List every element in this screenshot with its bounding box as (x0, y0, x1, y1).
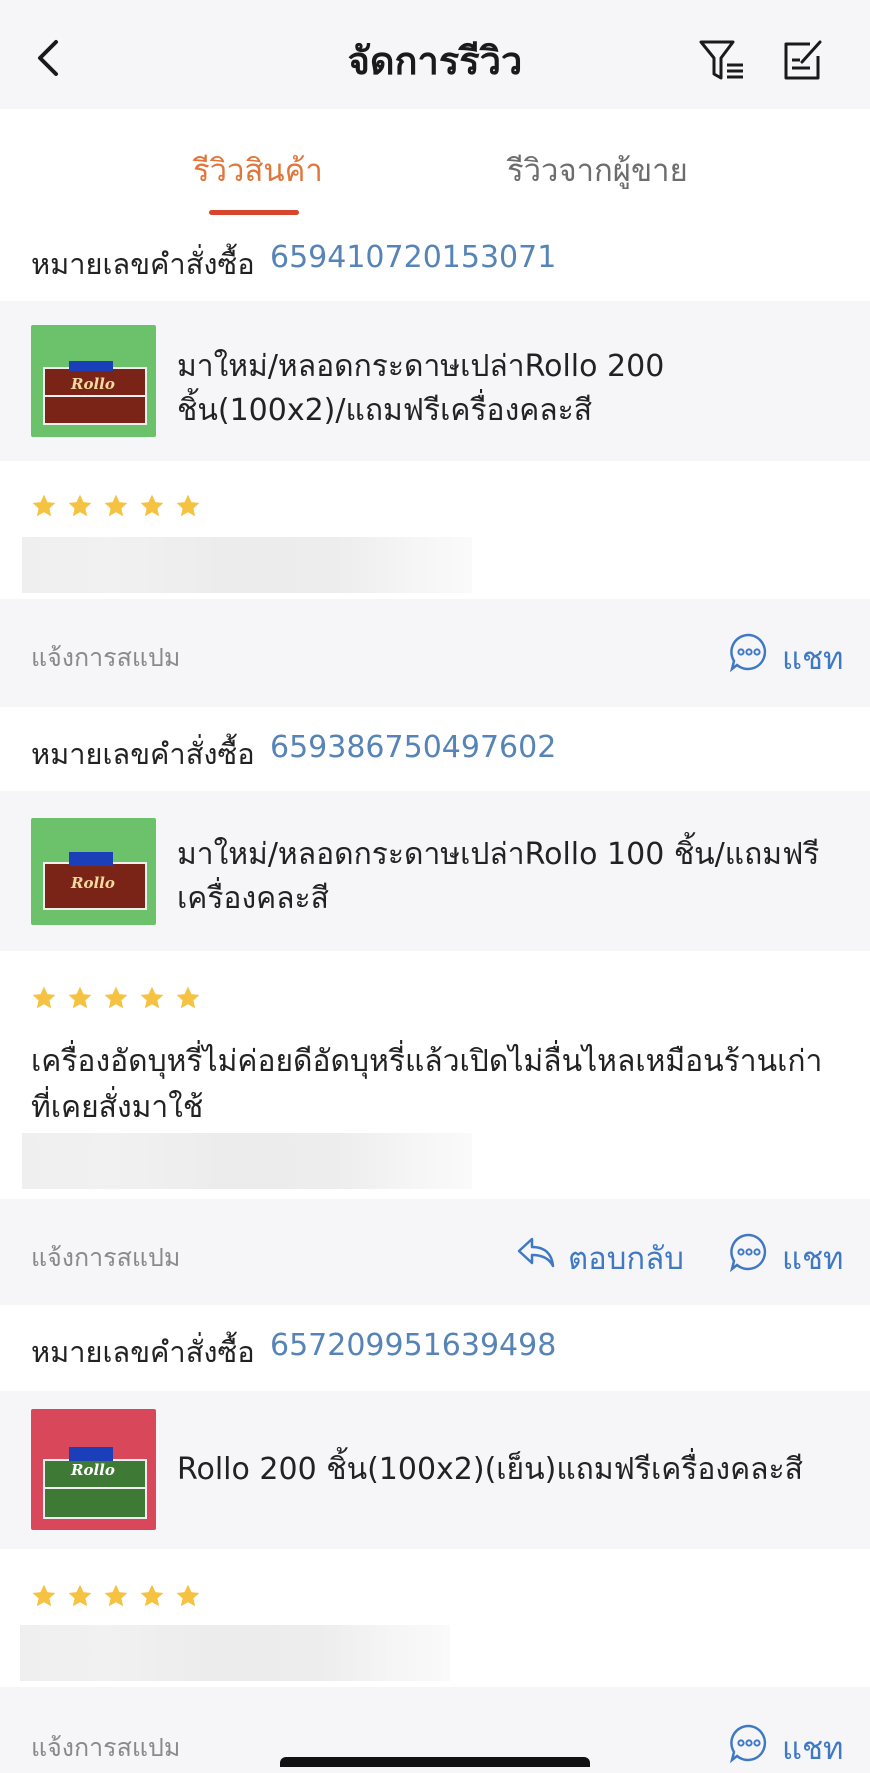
order-row: หมายเลขคำสั่งซื้อ 657209951639498 (0, 1305, 870, 1391)
review-body (0, 1549, 870, 1687)
order-number[interactable]: 659386750497602 (270, 730, 556, 765)
order-row: หมายเลขคำสั่งซื้อ 659386750497602 (0, 707, 870, 791)
product-name: มาใหม่/หลอดกระดาษเปล่าRollo 200 ชิ้น(100… (177, 349, 665, 428)
active-tab-indicator (209, 210, 299, 215)
report-spam-button[interactable]: แจ้งการสแปม (31, 638, 180, 678)
star-rating (31, 493, 211, 523)
product-row[interactable]: Rollo Rollo 200 ชิ้น(100x2)(เย็น)แถมฟรีเ… (0, 1391, 870, 1549)
product-name: Rollo 200 ชิ้น(100x2)(เย็น)แถมฟรีเครื่อง… (177, 1452, 803, 1487)
report-spam-button[interactable]: แจ้งการสแปม (31, 1238, 180, 1278)
chat-icon[interactable] (729, 632, 769, 676)
review-body: เครื่องอัดบุหรี่ไม่ค่อยดีอัดบุหรี่แล้วเป… (0, 951, 870, 1199)
home-indicator (280, 1757, 590, 1767)
thumb-brand: Rollo (71, 874, 115, 892)
order-number[interactable]: 659410720153071 (270, 240, 556, 275)
star-icon (175, 493, 201, 519)
order-label: หมายเลขคำสั่งซื้อ (31, 247, 255, 281)
star-icon (103, 1583, 129, 1609)
star-icon (67, 985, 93, 1011)
review-actions: แจ้งการสแปม ตอบกลับ แชท (0, 1199, 870, 1305)
star-rating (31, 1583, 211, 1613)
star-icon (139, 1583, 165, 1609)
review-text: เครื่องอัดบุหรี่ไม่ค่อยดีอัดบุหรี่แล้วเป… (31, 1044, 823, 1125)
star-icon (175, 985, 201, 1011)
chat-button[interactable]: แชท (782, 633, 843, 683)
chat-icon[interactable] (729, 1723, 769, 1767)
review-body (0, 461, 870, 599)
star-icon (175, 1583, 201, 1609)
tab-seller-reviews[interactable]: รีวิวจากผู้ขาย (507, 145, 688, 195)
tab-product-reviews[interactable]: รีวิวสินค้า (193, 145, 323, 195)
review-actions: แจ้งการสแปม แชท (0, 1687, 870, 1767)
order-number[interactable]: 657209951639498 (270, 1328, 556, 1363)
star-icon (67, 493, 93, 519)
review-actions: แจ้งการสแปม แชท (0, 599, 870, 707)
star-icon (139, 985, 165, 1011)
filter-icon[interactable] (697, 38, 747, 84)
thumb-brand: Rollo (71, 375, 115, 393)
star-icon (31, 1583, 57, 1609)
reply-icon[interactable] (516, 1235, 556, 1273)
star-icon (31, 985, 57, 1011)
product-row[interactable]: Rollo มาใหม่/หลอดกระดาษเปล่าRollo 200 ชิ… (0, 301, 870, 461)
order-label: หมายเลขคำสั่งซื้อ (31, 737, 255, 771)
reply-button[interactable]: ตอบกลับ (568, 1233, 684, 1283)
blurred-reviewer-info (22, 1133, 472, 1189)
star-icon (103, 985, 129, 1011)
product-thumbnail: Rollo (31, 325, 156, 437)
star-icon (103, 493, 129, 519)
star-rating (31, 985, 211, 1015)
top-bar: จัดการรีวิว (0, 0, 870, 109)
product-name: มาใหม่/หลอดกระดาษเปล่าRollo 100 ชิ้น/แถม… (177, 837, 820, 916)
chat-button[interactable]: แชท (782, 1233, 843, 1283)
blurred-reviewer-info (22, 537, 472, 593)
chat-button[interactable]: แชท (782, 1723, 843, 1773)
product-thumbnail: Rollo (31, 1409, 156, 1530)
edit-icon[interactable] (780, 38, 826, 84)
chat-icon[interactable] (729, 1232, 769, 1276)
star-icon (31, 493, 57, 519)
thumb-brand: Rollo (71, 1461, 115, 1479)
product-row[interactable]: Rollo มาใหม่/หลอดกระดาษเปล่าRollo 100 ชิ… (0, 791, 870, 951)
star-icon (139, 493, 165, 519)
star-icon (67, 1583, 93, 1609)
order-label: หมายเลขคำสั่งซื้อ (31, 1335, 255, 1369)
blurred-reviewer-info (20, 1625, 450, 1681)
report-spam-button[interactable]: แจ้งการสแปม (31, 1728, 180, 1768)
tab-bar: รีวิวสินค้า รีวิวจากผู้ขาย (0, 109, 870, 217)
order-row: หมายเลขคำสั่งซื้อ 659410720153071 (0, 217, 870, 301)
product-thumbnail: Rollo (31, 818, 156, 925)
